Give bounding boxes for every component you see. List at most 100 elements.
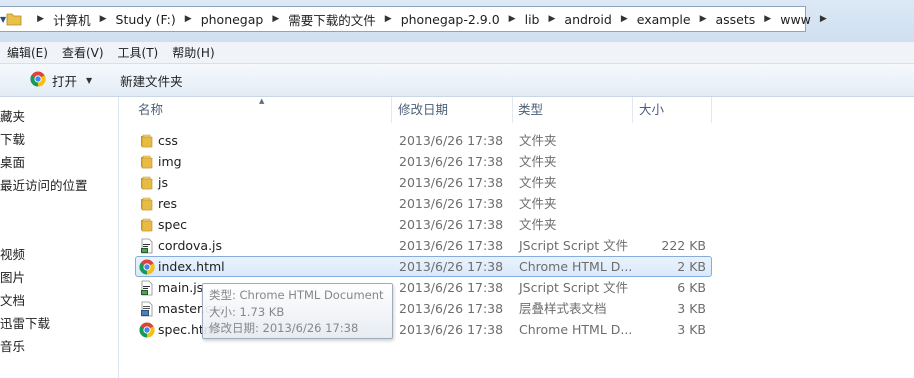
file-type: JScript Script 文件 xyxy=(519,238,629,253)
css-icon xyxy=(139,301,155,317)
breadcrumb-label: 计算机 xyxy=(53,12,91,28)
breadcrumb-item[interactable]: ▶ Study (F:) xyxy=(91,7,176,31)
nav-item-videos[interactable]: 视频 xyxy=(0,246,25,264)
file-name: img xyxy=(158,154,182,169)
breadcrumb-separator-icon[interactable]: ▶ xyxy=(185,14,192,24)
file-modified-date: 2013/6/26 17:38 xyxy=(399,301,504,316)
nav-item-label: 下载 xyxy=(0,132,26,147)
nav-item-music[interactable]: 音乐 xyxy=(0,338,25,356)
file-type: Chrome HTML D... xyxy=(519,259,633,274)
tooltip-date: 修改日期: 2013/6/26 17:38 xyxy=(209,321,359,335)
chrome-icon xyxy=(30,71,46,90)
file-name: main.js xyxy=(158,280,204,295)
breadcrumb-item[interactable]: ▶ example xyxy=(612,7,691,31)
column-header-name[interactable]: 名称 xyxy=(133,97,392,123)
breadcrumb-separator-icon[interactable]: ▶ xyxy=(509,14,516,24)
nav-item-label: 桌面 xyxy=(0,155,26,170)
breadcrumb-label: assets xyxy=(715,11,756,27)
file-type: JScript Script 文件 xyxy=(519,280,629,295)
file-modified-date: 2013/6/26 17:38 xyxy=(399,154,504,169)
file-row[interactable]: spec 2013/6/26 17:38 文件夹 xyxy=(120,214,914,235)
file-type: 文件夹 xyxy=(519,133,557,148)
breadcrumb-item[interactable]: ▶ lib xyxy=(500,7,540,31)
breadcrumb-separator-icon[interactable]: ▶ xyxy=(272,14,279,24)
nav-item-label: 文档 xyxy=(0,293,26,308)
new-folder-label: 新建文件夹 xyxy=(120,73,183,89)
file-type: 文件夹 xyxy=(519,196,557,211)
file-name: index.html xyxy=(158,259,225,274)
navigation-pane: 藏夹 下载 桌面 最近访问的位置 视频 图片 文档 迅雷下载 音乐 xyxy=(0,97,119,378)
breadcrumb-label: phonegap xyxy=(200,11,264,27)
file-name: res xyxy=(158,196,178,211)
jscript-icon xyxy=(139,280,155,296)
file-type: 层叠样式表文档 xyxy=(519,301,607,316)
breadcrumb-item[interactable]: ▶ 需要下载的文件 xyxy=(263,7,375,31)
breadcrumb-item[interactable]: ▶ assets xyxy=(691,7,756,31)
nav-item-documents[interactable]: 文档 xyxy=(0,292,25,310)
nav-item-pictures[interactable]: 图片 xyxy=(0,269,25,287)
breadcrumb-separator-icon[interactable]: ▶ xyxy=(100,14,107,24)
file-row[interactable]: cordova.js 2013/6/26 17:38 JScript Script … xyxy=(120,235,914,256)
folder-icon xyxy=(139,217,155,233)
file-row[interactable]: res 2013/6/26 17:38 文件夹 xyxy=(120,193,914,214)
breadcrumb-item[interactable]: ▶ phonegap xyxy=(176,7,264,31)
menu-tools[interactable]: 工具(T) xyxy=(111,44,166,61)
column-header-type[interactable]: 类型 xyxy=(513,97,633,123)
menu-edit[interactable]: 编辑(E) xyxy=(0,44,55,61)
file-modified-date: 2013/6/26 17:38 xyxy=(399,280,504,295)
breadcrumb-label: android xyxy=(564,11,612,27)
file-type: 文件夹 xyxy=(519,217,557,232)
chevron-down-icon[interactable]: ▼ xyxy=(86,76,92,85)
file-size: 2 KB xyxy=(677,259,706,274)
breadcrumb-separator-icon[interactable]: ▶ xyxy=(37,14,44,24)
breadcrumb-separator-icon[interactable]: ▶ xyxy=(764,14,771,24)
file-name: cordova.js xyxy=(158,238,223,253)
nav-item-label: 最近访问的位置 xyxy=(0,178,88,193)
menu-help[interactable]: 帮助(H) xyxy=(165,44,221,61)
breadcrumb-label: Study (F:) xyxy=(115,11,176,27)
file-modified-date: 2013/6/26 17:38 xyxy=(399,217,504,232)
nav-item-downloads[interactable]: 下载 xyxy=(0,131,25,149)
menu-view[interactable]: 查看(V) xyxy=(55,44,111,61)
file-size: 3 KB xyxy=(677,322,706,337)
open-button[interactable]: 打开 ▼ xyxy=(22,68,100,92)
breadcrumb-label: www xyxy=(780,11,811,27)
file-row[interactable]: css 2013/6/26 17:38 文件夹 xyxy=(120,130,914,151)
breadcrumb-item[interactable]: ▶ 计算机 xyxy=(28,7,90,31)
breadcrumb-separator-icon[interactable]: ▶ xyxy=(621,14,628,24)
folder-icon xyxy=(139,175,155,191)
chrome-icon xyxy=(139,259,155,275)
file-size: 6 KB xyxy=(677,280,706,295)
file-size: 222 KB xyxy=(661,238,706,253)
breadcrumb-item[interactable]: ▶ phonegap-2.9.0 xyxy=(376,7,500,31)
breadcrumb-separator-icon[interactable]: ▶ xyxy=(385,14,392,24)
nav-item-label: 迅雷下载 xyxy=(0,316,51,331)
nav-item-label: 视频 xyxy=(0,247,26,262)
nav-item-thunder-downloads[interactable]: 迅雷下载 xyxy=(0,315,50,333)
column-header-date[interactable]: 修改日期 xyxy=(393,97,513,123)
file-modified-date: 2013/6/26 17:38 xyxy=(399,238,504,253)
file-list: css 2013/6/26 17:38 文件夹 img 2013/6/26 17:38 文… xyxy=(120,123,914,378)
nav-item-recent-places[interactable]: 最近访问的位置 xyxy=(0,177,88,195)
breadcrumb-separator-icon[interactable]: ▶ xyxy=(700,14,707,24)
file-name: css xyxy=(158,133,178,148)
file-row[interactable]: img 2013/6/26 17:38 文件夹 xyxy=(120,151,914,172)
tooltip-type: 类型: Chrome HTML Document xyxy=(209,288,384,302)
breadcrumb-label: 需要下载的文件 xyxy=(288,12,376,28)
nav-item-label: 藏夹 xyxy=(0,109,26,124)
address-bar-area: ▼ ▶ 计算机 ▶ Study (F:) ▶ phonegap ▶ 需要下载的文件 ▶ phone… xyxy=(0,0,914,42)
column-header-row: ▲ 名称 修改日期 类型 大小 xyxy=(120,97,914,123)
nav-item-favorites[interactable]: 藏夹 xyxy=(0,108,25,126)
breadcrumb-separator-icon[interactable]: ▶ xyxy=(548,14,555,24)
file-row[interactable]: js 2013/6/26 17:38 文件夹 xyxy=(120,172,914,193)
file-row[interactable]: index.html 2013/6/26 17:38 Chrome HTML D..… xyxy=(120,256,914,277)
breadcrumb-separator-icon[interactable]: ▶ xyxy=(820,14,827,24)
address-bar[interactable]: ▼ ▶ 计算机 ▶ Study (F:) ▶ phonegap ▶ 需要下载的文件 ▶ phone… xyxy=(0,6,827,32)
new-folder-button[interactable]: 新建文件夹 xyxy=(112,68,191,92)
jscript-icon xyxy=(139,238,155,254)
column-header-size[interactable]: 大小 xyxy=(634,97,712,123)
nav-item-desktop[interactable]: 桌面 xyxy=(0,154,25,172)
breadcrumb-item[interactable]: ▶ android xyxy=(539,7,611,31)
breadcrumb-item[interactable]: ▶ www xyxy=(755,7,811,31)
file-size: 3 KB xyxy=(677,301,706,316)
